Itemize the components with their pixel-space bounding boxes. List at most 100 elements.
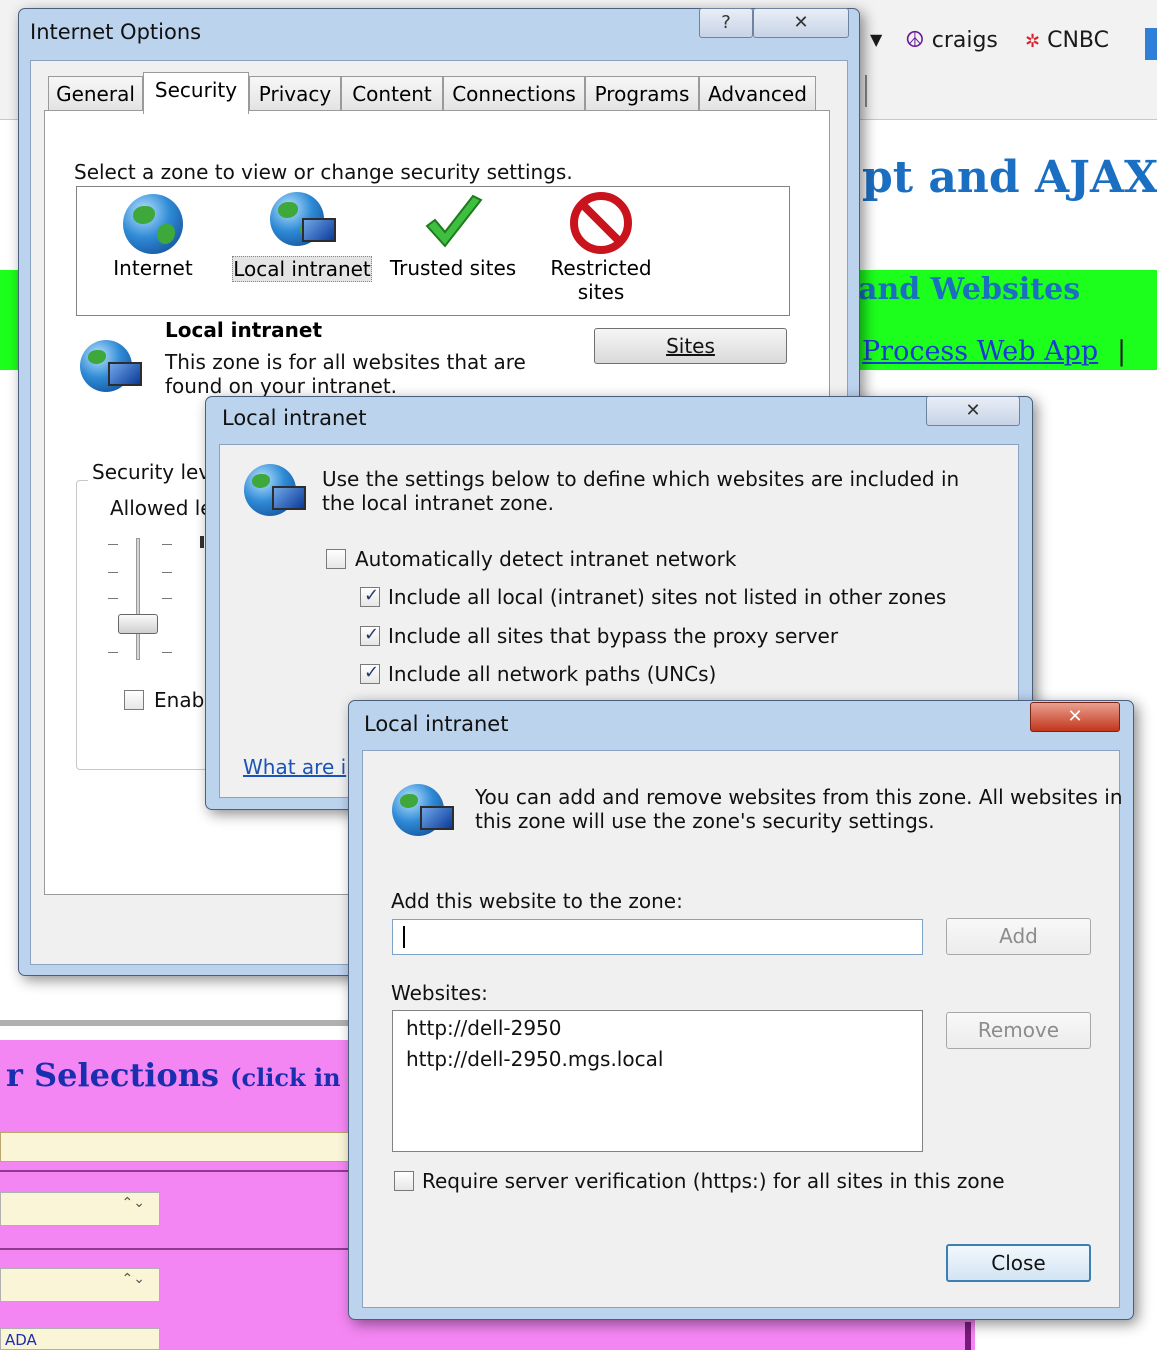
tab-advanced[interactable]: Advanced: [699, 76, 816, 112]
selection-stepper[interactable]: ADA: [0, 1328, 160, 1350]
website-list-item[interactable]: http://dell-2950.mgs.local: [406, 1047, 663, 1071]
selections-heading-text: r Selections: [6, 1056, 220, 1094]
stepper-value: ADA: [5, 1331, 37, 1349]
favorite-label: CNBC: [1047, 28, 1109, 53]
slider-tick: [162, 544, 172, 545]
sites-button-label: Sites: [666, 334, 715, 358]
selection-stepper[interactable]: ⌃⌄: [0, 1268, 160, 1302]
auto-detect-checkbox[interactable]: [326, 549, 346, 569]
slider-tick: [108, 598, 118, 599]
slider-tick: [108, 544, 118, 545]
zone-description: This zone is for all websites that are: [165, 350, 526, 374]
intranet-sites-description: You can add and remove websites from thi…: [475, 785, 1123, 809]
selections-heading: r Selections (click in box: [6, 1056, 396, 1094]
enable-protected-mode-checkbox[interactable]: [124, 690, 144, 710]
link-separator: |: [1117, 336, 1127, 367]
auto-detect-label: Automatically detect intranet network: [355, 547, 737, 571]
include-local-sites-checkbox[interactable]: ✓: [360, 585, 380, 607]
zone-label: Trusted sites: [389, 256, 517, 280]
require-https-label: Require server verification (https:) for…: [422, 1169, 1005, 1193]
checkmark-icon: ✓: [364, 624, 380, 645]
close-dialog-button[interactable]: Close: [946, 1244, 1091, 1282]
globe-icon: [123, 194, 183, 254]
slider-tick: [162, 598, 172, 599]
zone-internet[interactable]: Internet: [92, 192, 214, 292]
selection-stepper[interactable]: ⌃⌄: [0, 1192, 160, 1226]
toolbar-divider: [865, 75, 867, 107]
sites-button[interactable]: Sites: [594, 328, 787, 364]
slider-tick: [162, 652, 172, 653]
add-button[interactable]: Add: [946, 918, 1091, 955]
website-list-item[interactable]: http://dell-2950: [406, 1016, 562, 1040]
monitor-icon: [302, 218, 336, 242]
intranet-settings-description: the local intranet zone.: [322, 491, 554, 515]
page-heading: pt and AJAX: [862, 152, 1157, 203]
what-are-intranet-settings-link[interactable]: What are i: [243, 755, 346, 779]
security-slider-track: [136, 538, 140, 660]
favorite-icon-partial[interactable]: [1145, 28, 1157, 60]
slider-marker: [200, 536, 204, 548]
security-level-label: Security lev: [88, 460, 215, 484]
help-icon: ?: [721, 12, 731, 33]
require-https-checkbox[interactable]: [394, 1171, 414, 1191]
stepper-arrows: ⌃⌄: [121, 1195, 145, 1211]
text-cursor: [403, 926, 405, 948]
favorite-label: craigs: [931, 28, 998, 53]
include-unc-paths-label: Include all network paths (UNCs): [388, 662, 717, 686]
include-proxy-bypass-label: Include all sites that bypass the proxy …: [388, 624, 839, 648]
stepper-arrows: ⌃⌄: [121, 1271, 145, 1287]
zone-label: Local intranet: [232, 256, 372, 282]
restricted-icon: [570, 192, 632, 254]
tab-programs[interactable]: Programs: [585, 76, 699, 112]
zone-prompt: Select a zone to view or change security…: [74, 160, 573, 184]
include-unc-paths-checkbox[interactable]: ✓: [360, 662, 380, 684]
allowed-levels-label: Allowed le: [110, 496, 213, 520]
monitor-icon: [108, 362, 142, 386]
enable-protected-mode-label: Enabl: [154, 688, 210, 712]
close-button[interactable]: ✕: [753, 8, 849, 38]
intranet-settings-description: Use the settings below to define which w…: [322, 467, 960, 491]
close-button[interactable]: ✕: [926, 396, 1020, 426]
favorite-cnbc[interactable]: ✲ CNBC: [1025, 28, 1109, 53]
zone-label-line2: sites: [577, 280, 625, 304]
tab-general[interactable]: General: [48, 76, 143, 112]
intranet-sites-title: Local intranet: [364, 712, 509, 736]
slider-tick: [108, 572, 118, 573]
zone-restricted-sites[interactable]: Restricted sites: [538, 192, 664, 312]
checkmark-icon: ✓: [364, 662, 380, 683]
horizontal-rule: [0, 1020, 350, 1026]
checkmark-icon: ✓: [364, 585, 380, 606]
tab-connections[interactable]: Connections: [443, 76, 585, 112]
intranet-sites-description: this zone will use the zone's security s…: [475, 809, 935, 833]
tab-privacy[interactable]: Privacy: [249, 76, 341, 112]
selection-field[interactable]: [0, 1132, 350, 1162]
zone-local-intranet[interactable]: Local intranet: [232, 192, 372, 292]
remove-button[interactable]: Remove: [946, 1012, 1091, 1049]
tab-security[interactable]: Security: [143, 72, 249, 114]
checkmark-icon: [425, 194, 483, 248]
slider-tick: [162, 572, 172, 573]
zone-trusted-sites[interactable]: Trusted sites: [388, 192, 518, 292]
close-icon: ✕: [965, 400, 981, 421]
monitor-icon: [272, 486, 306, 510]
close-icon: ✕: [1067, 706, 1083, 727]
add-website-input[interactable]: [392, 919, 923, 955]
help-button[interactable]: ?: [699, 8, 753, 38]
row-divider: [0, 1170, 350, 1172]
intranet-settings-title: Local intranet: [222, 406, 367, 430]
zone-heading: Local intranet: [165, 318, 323, 342]
nbc-peacock-icon: ✲: [1025, 31, 1041, 52]
row-divider: [0, 1248, 350, 1250]
include-local-sites-label: Include all local (intranet) sites not l…: [388, 585, 947, 609]
zone-label: Restricted: [550, 256, 652, 280]
close-button[interactable]: ✕: [1030, 702, 1120, 732]
process-web-app-link[interactable]: Process Web App: [862, 336, 1098, 367]
security-slider-thumb[interactable]: [118, 614, 158, 634]
favorites-dropdown-arrow[interactable]: ▼: [870, 30, 882, 49]
green-banner-heading: and Websites: [858, 272, 1081, 307]
peace-icon: ☮: [905, 28, 925, 53]
close-icon: ✕: [793, 12, 809, 33]
favorite-craigs[interactable]: ☮ craigs: [905, 28, 998, 53]
include-proxy-bypass-checkbox[interactable]: ✓: [360, 624, 380, 646]
tab-content[interactable]: Content: [341, 76, 443, 112]
